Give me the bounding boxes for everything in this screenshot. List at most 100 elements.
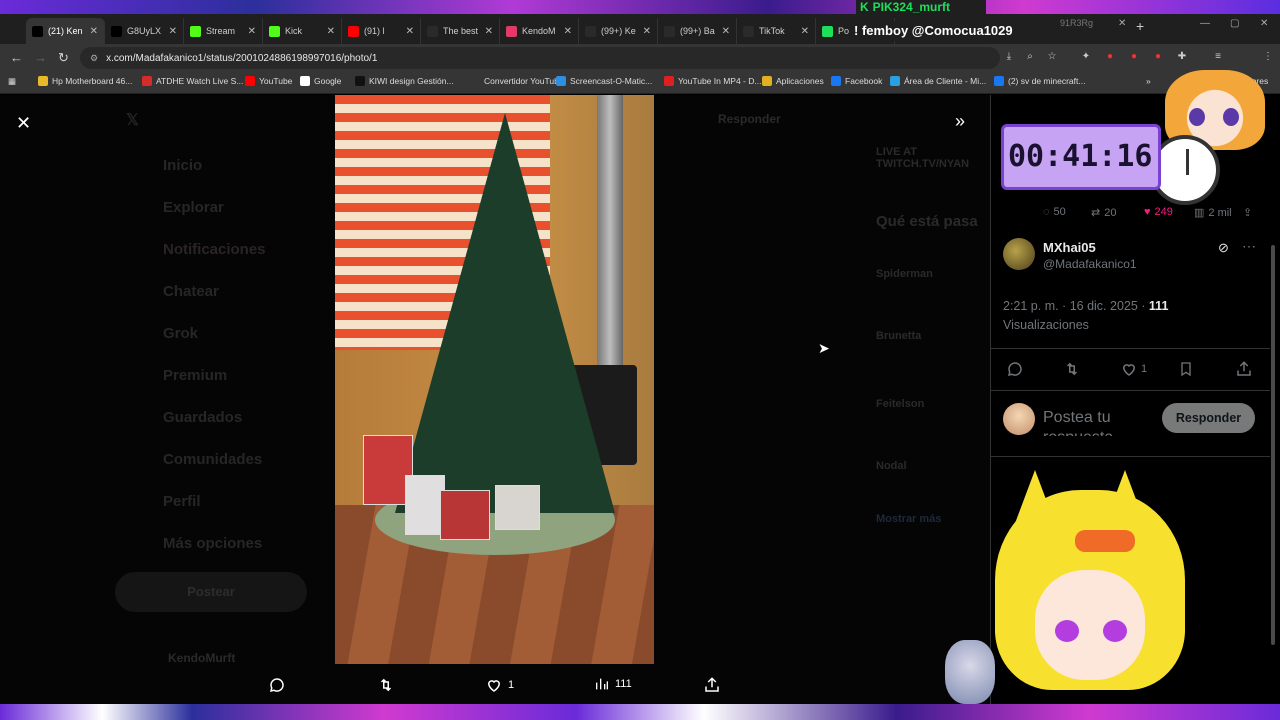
bookmark-item[interactable]: YouTube: [245, 76, 292, 86]
bookmark-favicon-icon: [300, 76, 310, 86]
post-button-ghost: Postear: [115, 572, 307, 612]
browser-tab[interactable]: (21) Ken ✕: [26, 18, 105, 44]
bookmark-item[interactable]: Facebook: [831, 76, 882, 86]
bookmark-item[interactable]: Convertidor YouTub...: [470, 76, 566, 86]
puzzle-icon[interactable]: ✚: [1176, 51, 1188, 63]
panel-scrollbar[interactable]: [1271, 245, 1275, 645]
bookmark-item[interactable]: Screencast-O-Matic...: [556, 76, 652, 86]
bookmark-item[interactable]: Hp Motherboard 46...: [38, 76, 132, 86]
grok-icon[interactable]: ⊘: [1218, 240, 1229, 256]
prev-replies-stat[interactable]: ◌ 50: [1043, 206, 1066, 218]
stream-chat-line: ! femboy @Comocua1029: [850, 21, 1017, 41]
prev-reposts-stat[interactable]: ⇄ 20: [1091, 206, 1116, 220]
like-button[interactable]: 1: [485, 676, 514, 694]
bookmark-item[interactable]: YouTube In MP4 - D...: [664, 76, 761, 86]
live-ghost: LIVE AT TWITCH.TV/NYAN: [876, 146, 970, 170]
more-options-icon[interactable]: ⋯: [1242, 238, 1256, 255]
menu-icon[interactable]: ⋮: [1262, 51, 1274, 63]
extension-icon[interactable]: ●: [1152, 51, 1164, 63]
bookmark-item[interactable]: (2) sv de minecraft...: [994, 76, 1085, 86]
tab-close-icon[interactable]: ✕: [327, 26, 335, 37]
install-icon[interactable]: ⤓: [1003, 51, 1015, 63]
views-button[interactable]: 111: [594, 676, 632, 692]
bookmark-item[interactable]: Área de Cliente - Mi...: [890, 76, 986, 86]
apps-grid-icon[interactable]: ▦: [8, 76, 16, 87]
bookmark-favicon-icon: [355, 76, 365, 86]
back-icon[interactable]: ←: [10, 50, 23, 65]
tab-close-icon[interactable]: ✕: [90, 26, 98, 37]
author-name[interactable]: MXhai05: [1043, 240, 1096, 255]
tab-label: (91) l: [364, 26, 385, 36]
share-icon[interactable]: [1235, 360, 1253, 378]
prev-views-stat[interactable]: ▥ 2 mil: [1194, 206, 1232, 220]
bookmark-item[interactable]: KIWI design Gestión...: [355, 76, 454, 86]
url-input[interactable]: [106, 52, 607, 64]
repost-icon[interactable]: [1062, 360, 1082, 378]
tab-close-icon[interactable]: ✕: [1118, 18, 1126, 29]
browser-tab[interactable]: Kick ✕: [263, 18, 342, 44]
bookmark-item[interactable]: ATDHE Watch Live S...: [142, 76, 243, 86]
browser-tab[interactable]: Stream ✕: [184, 18, 263, 44]
tab-close-icon[interactable]: ✕: [801, 26, 809, 37]
tab-label: Stream: [206, 26, 236, 36]
bookmark-item[interactable]: Aplicaciones: [762, 76, 824, 86]
prev-likes-stat[interactable]: ♥ 249: [1144, 206, 1173, 218]
reply-icon[interactable]: [1006, 360, 1024, 378]
show-more-ghost: Mostrar más: [876, 513, 942, 525]
browser-tab[interactable]: TikTok ✕: [737, 18, 816, 44]
forward-icon[interactable]: →: [34, 50, 47, 65]
sidebar-item-ghost: Chatear: [163, 283, 219, 300]
new-tab-button[interactable]: +: [1136, 18, 1144, 34]
adblock-icon[interactable]: ●: [1128, 51, 1140, 63]
author-avatar[interactable]: [1003, 238, 1035, 270]
browser-tab[interactable]: (99+) Ke ✕: [579, 18, 658, 44]
bookmark-label: Área de Cliente - Mi...: [904, 76, 987, 86]
browser-tab[interactable]: KendoM ✕: [500, 18, 579, 44]
extension-icon[interactable]: ●: [1104, 51, 1116, 63]
tab-label: (99+) Ba: [680, 26, 715, 36]
browser-tab[interactable]: G8UyLX ✕: [105, 18, 184, 44]
tab-label: KendoM: [522, 26, 556, 36]
extension-icon[interactable]: ✦: [1080, 51, 1092, 63]
like-button-panel[interactable]: 1: [1120, 360, 1147, 378]
reading-list-icon[interactable]: ≡: [1212, 51, 1224, 63]
author-handle[interactable]: @Madafakanico1: [1043, 257, 1137, 271]
extra-tab-label[interactable]: 91R3Rg: [1060, 18, 1093, 28]
bookmark-favicon-icon: [470, 76, 480, 86]
zoom-icon[interactable]: ⌕: [1024, 51, 1036, 63]
tab-close-icon[interactable]: ✕: [485, 26, 493, 37]
reply-submit-button[interactable]: Responder: [1162, 403, 1255, 433]
url-box[interactable]: ⚙: [80, 47, 1000, 69]
repost-button[interactable]: [376, 676, 401, 694]
app-logo-icon: [506, 25, 517, 37]
tab-close-icon[interactable]: ✕: [722, 26, 730, 37]
browser-tab[interactable]: The best ✕: [421, 18, 500, 44]
repost-icon: [380, 678, 392, 692]
tab-close-icon[interactable]: ✕: [643, 26, 651, 37]
user-avatar[interactable]: [1003, 403, 1035, 435]
tab-close-icon[interactable]: ✕: [248, 26, 256, 37]
tab-label: The best: [443, 26, 479, 36]
reload-icon[interactable]: ↻: [58, 50, 69, 66]
tab-close-icon[interactable]: ✕: [169, 26, 177, 37]
site-info-icon[interactable]: ⚙: [90, 53, 98, 64]
bookmark-star-icon[interactable]: ☆: [1046, 51, 1058, 63]
diamond-logo-icon: [427, 25, 438, 37]
maximize-icon[interactable]: ▢: [1230, 18, 1239, 29]
tab-close-icon[interactable]: ✕: [406, 26, 414, 37]
browser-tab[interactable]: (99+) Ba ✕: [658, 18, 737, 44]
reply-button[interactable]: [268, 676, 291, 694]
reply-input[interactable]: Postea tu respuesta: [1043, 408, 1153, 436]
bookmark-item[interactable]: Google: [300, 76, 341, 86]
expand-panel-icon[interactable]: »: [955, 111, 965, 132]
bookmark-icon[interactable]: [1178, 360, 1194, 378]
bookmarks-more-icon[interactable]: »: [1146, 76, 1151, 86]
minimize-icon[interactable]: —: [1200, 18, 1210, 29]
prev-share-icon[interactable]: ⇪: [1243, 206, 1252, 219]
share-button[interactable]: [703, 676, 726, 694]
tab-close-icon[interactable]: ✕: [564, 26, 572, 37]
browser-tab[interactable]: (91) l ✕: [342, 18, 421, 44]
close-icon[interactable]: ✕: [16, 113, 31, 134]
window-close-icon[interactable]: ✕: [1260, 18, 1268, 29]
bookmark-favicon-icon: [664, 76, 674, 86]
